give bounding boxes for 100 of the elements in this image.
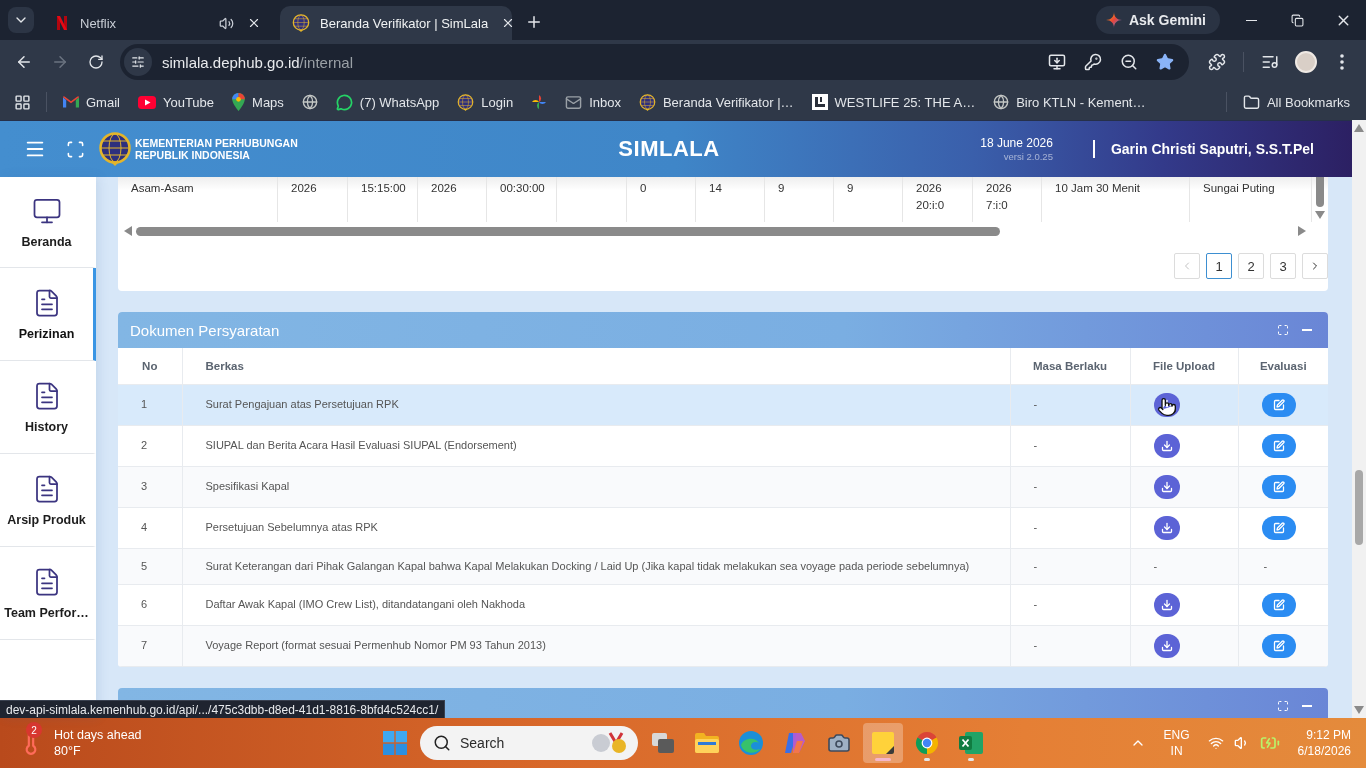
column-header: Berkas	[182, 348, 1010, 384]
assistant-button[interactable]: Ask Gemini	[1095, 6, 1220, 34]
edit-button[interactable]	[1261, 515, 1296, 540]
scroll-right-arrow-icon	[1298, 226, 1306, 236]
play-icon	[137, 95, 156, 109]
column-header: File Upload	[1130, 348, 1238, 384]
bookmark-item[interactable]: Gmail	[55, 88, 128, 116]
tab-search-button[interactable]	[8, 7, 34, 33]
table-cell: Sungai Puting	[1190, 177, 1312, 222]
page-button[interactable]: 1	[1206, 253, 1232, 279]
page-button[interactable]: 2	[1238, 253, 1264, 279]
table-cell: Daftar Awak Kapal (IMO Crew List), ditandatangani oleh Nakhoda	[182, 584, 1010, 625]
search-field[interactable]: Search	[420, 726, 638, 760]
edit-icon	[1272, 598, 1285, 611]
browser-tab[interactable]: Netflix	[42, 6, 274, 40]
scroll-up-arrow-icon	[1354, 124, 1364, 132]
more-icon	[1340, 54, 1344, 70]
mail-icon	[63, 94, 79, 110]
user-name: Garin Christi Saputri, S.S.T.Pel	[1110, 141, 1314, 157]
bookmark-item[interactable]: Biro KTLN - Kement…	[985, 88, 1154, 116]
download-icon	[1160, 439, 1173, 452]
edit-icon	[1272, 439, 1285, 452]
edit-icon	[1272, 480, 1285, 493]
browser-tab[interactable]: Beranda Verifikator | SimLala	[280, 6, 512, 40]
folder-icon	[695, 733, 719, 753]
avatar-icon	[1295, 51, 1317, 73]
table-cell: -	[1010, 466, 1130, 507]
scrollbar-thumb[interactable]	[1316, 177, 1324, 207]
bookmark-item[interactable]: Inbox	[557, 88, 629, 116]
search-icon	[433, 734, 451, 752]
table-cell: 2026	[278, 177, 348, 222]
table-cell: 3	[118, 466, 182, 507]
table-row[interactable]: 2 SIUPAL dan Berita Acara Hasil Evaluasi SIUPAL (Endorsement) -	[118, 425, 1328, 466]
table-cell: -	[1010, 507, 1130, 548]
table-row[interactable]: 3 Spesifikasi Kapal -	[118, 466, 1328, 507]
minimize-icon	[1245, 19, 1257, 21]
fullscreen-icon	[65, 139, 85, 159]
emblem-icon	[98, 132, 132, 166]
page-button[interactable]: 3	[1270, 253, 1296, 279]
bookmark-item[interactable]: (7) WhatsApp	[327, 88, 448, 116]
minus-icon	[1302, 329, 1312, 331]
table-row[interactable]: 4 Persetujuan Sebelumnya atas RPK -	[118, 507, 1328, 548]
table-cell: 00:30:00	[487, 177, 557, 222]
column-header: Masa Berlaku	[1010, 348, 1130, 384]
table-cell: -	[1130, 548, 1238, 584]
bookmark-item[interactable]: YouTube	[129, 88, 223, 116]
expand-icon	[1277, 699, 1289, 712]
edit-button[interactable]	[1261, 433, 1296, 458]
all-bookmarks-button[interactable]: All Bookmarks	[1234, 88, 1358, 116]
four-squares-icon	[383, 731, 407, 755]
site-info-button[interactable]	[124, 48, 152, 76]
wave-logo-icon	[739, 731, 763, 755]
table-cell: SIUPAL dan Berita Acara Hasil Evaluasi SIUPAL (Endorsement)	[182, 425, 1010, 466]
sticky-note-icon	[872, 732, 894, 754]
table-cell: Voyage Report (format sesuai Permenhub Nomor PM 93 Tahun 2013)	[182, 625, 1010, 666]
weather-widget[interactable]: 2 Hot days ahead 80°F	[18, 723, 375, 763]
table-row[interactable]: 1 Surat Pengajuan atas Persetujuan RPK -	[118, 384, 1328, 425]
speaker-icon[interactable]	[219, 15, 234, 31]
scrollbar-thumb[interactable]	[136, 226, 1000, 236]
table-cell: 9	[765, 177, 834, 222]
map-pin-icon	[232, 93, 246, 111]
camera-icon	[827, 731, 851, 755]
expand-button[interactable]	[1276, 323, 1290, 337]
table-cell: 2026 20:i:0	[903, 177, 973, 222]
download-icon	[1160, 521, 1173, 534]
pinwheel-icon	[531, 94, 548, 110]
table-cell: Surat Keterangan dari Pihak Galangan Kapal bahwa Kapal Melakukan Docking / Laid Up (Jika kapal tidak melakukan sea voyage pada periode sebelumnya)	[182, 548, 1010, 584]
edit-button[interactable]	[1261, 592, 1296, 617]
download-icon	[1160, 598, 1173, 611]
table-row[interactable]: 7 Voyage Report (format sesuai Permenhub Nomor PM 93 Tahun 2013) -	[118, 625, 1328, 666]
bookmark-item[interactable]: Maps	[224, 88, 292, 116]
bookmark-item[interactable]: Beranda Verifikator |…	[630, 88, 802, 116]
table-cell: 7	[118, 625, 182, 666]
address-bar[interactable]: simlala.dephub.go.id/internal	[120, 44, 1189, 80]
version-label: versi 2.0.25	[1003, 150, 1053, 163]
expand-button[interactable]	[1276, 698, 1290, 713]
table-cell: -	[1010, 584, 1130, 625]
edit-button[interactable]	[1261, 392, 1296, 417]
scrollbar-thumb[interactable]	[1355, 470, 1363, 545]
page-scrollbar[interactable]	[1352, 120, 1366, 718]
square-logo-icon	[811, 94, 828, 110]
logo-icon	[54, 15, 70, 31]
grid-icon	[13, 93, 31, 111]
download-icon	[1160, 639, 1173, 652]
bookmark-item[interactable]: Login	[449, 88, 522, 116]
table-cell: -	[1238, 548, 1328, 584]
table-cell: 9	[834, 177, 903, 222]
table-cell: 14	[696, 177, 765, 222]
table-cell: 1	[118, 384, 182, 425]
table-row[interactable]: 6 Daftar Awak Kapal (IMO Crew List), ditandatangani oleh Nakhoda -	[118, 584, 1328, 625]
organization-name: KEMENTERIAN PERHUBUNGAN REPUBLIK INDONESIA	[135, 137, 298, 161]
spreadsheet-icon	[959, 732, 983, 754]
taskbar-app[interactable]	[863, 723, 903, 763]
reload-icon	[88, 54, 104, 70]
edit-button[interactable]	[1261, 474, 1296, 499]
notification-badge: 2	[26, 722, 42, 738]
edit-button[interactable]	[1261, 633, 1296, 658]
table-cell: Asam-Asam	[118, 177, 278, 222]
table-row[interactable]: 5 Surat Keterangan dari Pihak Galangan Kapal bahwa Kapal Melakukan Docking / Laid Up (Jika kapal tidak melakukan sea voyage pada periode sebelumnya) - - -	[118, 548, 1328, 584]
bookmark-item[interactable]: WESTLIFE 25: THE A…	[803, 88, 984, 116]
